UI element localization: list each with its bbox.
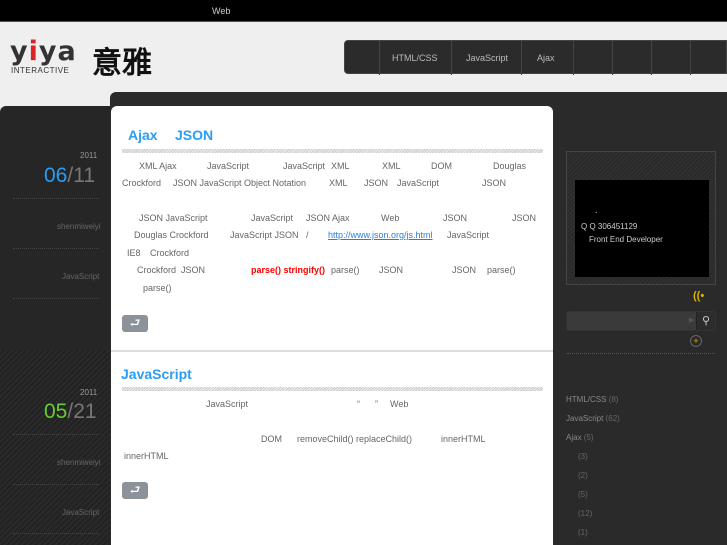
search-input[interactable] [567, 312, 695, 330]
post-text: XML [382, 161, 401, 171]
main-nav: HTML/CSS JavaScript Ajax [344, 40, 727, 75]
top-bar-text: Web [212, 6, 231, 16]
category-count: (2) [578, 471, 588, 480]
profile-role: Front End Developer [589, 235, 663, 244]
post-text: XML Ajax [139, 161, 177, 171]
post-text: JavaScript [397, 178, 440, 188]
post-text: JSON [482, 178, 507, 188]
search-icon: ⚲ [701, 315, 711, 327]
post-text: JSON [181, 265, 206, 275]
post-text: JSON [512, 213, 537, 223]
category-count: (62) [605, 414, 620, 423]
logo-brand: yiya [10, 36, 77, 67]
post-title[interactable]: JavaScript [121, 366, 192, 382]
post-text: JavaScript [251, 213, 294, 223]
site-logo[interactable]: yiya INTERACTIVE 意雅 [10, 36, 162, 80]
post-text: DOM [431, 161, 452, 171]
post-author[interactable]: shenmiweiyi [57, 458, 101, 467]
post-text: Web [390, 399, 409, 409]
category-count: (1) [578, 528, 588, 537]
post-text: JavaScript [447, 230, 490, 240]
post-text: DOM [261, 434, 282, 444]
post-category[interactable]: JavaScript [62, 508, 99, 517]
rss-icon[interactable]: ((• [693, 290, 704, 302]
category-item[interactable]: Ajax (5) [566, 433, 594, 442]
post-text: Douglas [493, 161, 527, 171]
category-item[interactable]: (12) [578, 509, 592, 518]
logo-cn: 意雅 [92, 47, 152, 80]
post-text: JSON [452, 265, 477, 275]
post-text: parse() [487, 265, 516, 275]
post-text: JSON [443, 213, 468, 223]
post-text: Douglas Crockford [134, 230, 209, 240]
search-box: ▶ ⚲ [566, 311, 716, 331]
category-count: (3) [578, 452, 588, 461]
post-year: 2011 [80, 388, 98, 397]
post-text: Crockford [150, 248, 190, 258]
post-text: JSON [364, 178, 389, 188]
post-text: IE8 [127, 248, 141, 258]
return-arrow-icon: ⮐ [129, 316, 141, 330]
post-link[interactable]: http://www.json.org/js.html [328, 230, 433, 240]
post-text: parse() [331, 265, 360, 275]
post-date: 05/21 [44, 400, 97, 423]
return-arrow-icon: ⮐ [129, 483, 141, 497]
post-text: JSON JavaScript Object Notation [173, 178, 307, 188]
post-year: 2011 [80, 151, 98, 160]
category-label: JavaScript [566, 414, 604, 423]
category-count: (5) [583, 433, 594, 442]
category-count: (12) [578, 509, 593, 518]
nav-item-javascript[interactable]: JavaScript [466, 53, 508, 63]
post-text: XML [331, 161, 350, 171]
profile-box: . Q Q 306451129 Front End Developer [566, 151, 716, 285]
post-highlight: parse() stringify() [251, 265, 326, 275]
search-button[interactable]: ⚲ [696, 312, 715, 330]
category-item[interactable]: (2) [578, 471, 588, 480]
post-text: innerHTML [441, 434, 486, 444]
post-text: JSON [379, 265, 404, 275]
post-card: JavaScript JavaScript “ ” Web DOM removeChild… [111, 350, 553, 545]
category-count: (5) [578, 490, 588, 499]
plus-circle-icon[interactable]: + [690, 335, 702, 347]
read-more-button[interactable]: ⮐ [122, 315, 148, 332]
category-label: HTML/CSS [566, 395, 607, 404]
post-title[interactable]: JSON [175, 127, 213, 143]
post-text: JSON JavaScript [139, 213, 208, 223]
post-date: 06/11 [44, 164, 96, 187]
profile-qq: Q Q 306451129 [581, 222, 638, 231]
post-text: JSON Ajax [306, 213, 350, 223]
category-item[interactable]: HTML/CSS (8) [566, 395, 618, 404]
read-more-button[interactable]: ⮐ [122, 482, 148, 499]
post-text: Crockford [122, 178, 162, 188]
post-text: innerHTML [124, 451, 169, 461]
category-item[interactable]: JavaScript (62) [566, 414, 620, 423]
post-text: / [306, 230, 309, 240]
post-text: “ [357, 399, 360, 409]
post-text: parse() [143, 283, 172, 293]
caret-right-icon: ▶ [689, 317, 695, 324]
top-bar: Web [0, 0, 727, 22]
post-text: XML [329, 178, 348, 188]
post-text: JavaScript [206, 399, 249, 409]
nav-item-ajax[interactable]: Ajax [537, 53, 555, 63]
post-card: Ajax JSON XML Ajax JavaScript JavaScript XM… [111, 106, 553, 350]
post-title[interactable]: Ajax [128, 127, 158, 143]
post-text: removeChild() replaceChild() [297, 434, 413, 444]
category-item[interactable]: (3) [578, 452, 588, 461]
category-label: Ajax [566, 433, 582, 442]
post-text: Crockford [137, 265, 177, 275]
post-category[interactable]: JavaScript [62, 272, 99, 281]
logo-sub: INTERACTIVE [11, 66, 70, 75]
post-text: JavaScript JSON [230, 230, 299, 240]
nav-item-html-css[interactable]: HTML/CSS [392, 53, 438, 63]
category-item[interactable]: (5) [578, 490, 588, 499]
post-author[interactable]: shenmiweiyi [57, 222, 101, 231]
category-count: (8) [608, 395, 619, 404]
post-text: JavaScript [283, 161, 326, 171]
post-text: Web [381, 213, 400, 223]
post-text: JavaScript [207, 161, 250, 171]
profile-dot: . [595, 205, 598, 215]
post-text: ” [375, 399, 378, 409]
category-item[interactable]: (1) [578, 528, 588, 537]
